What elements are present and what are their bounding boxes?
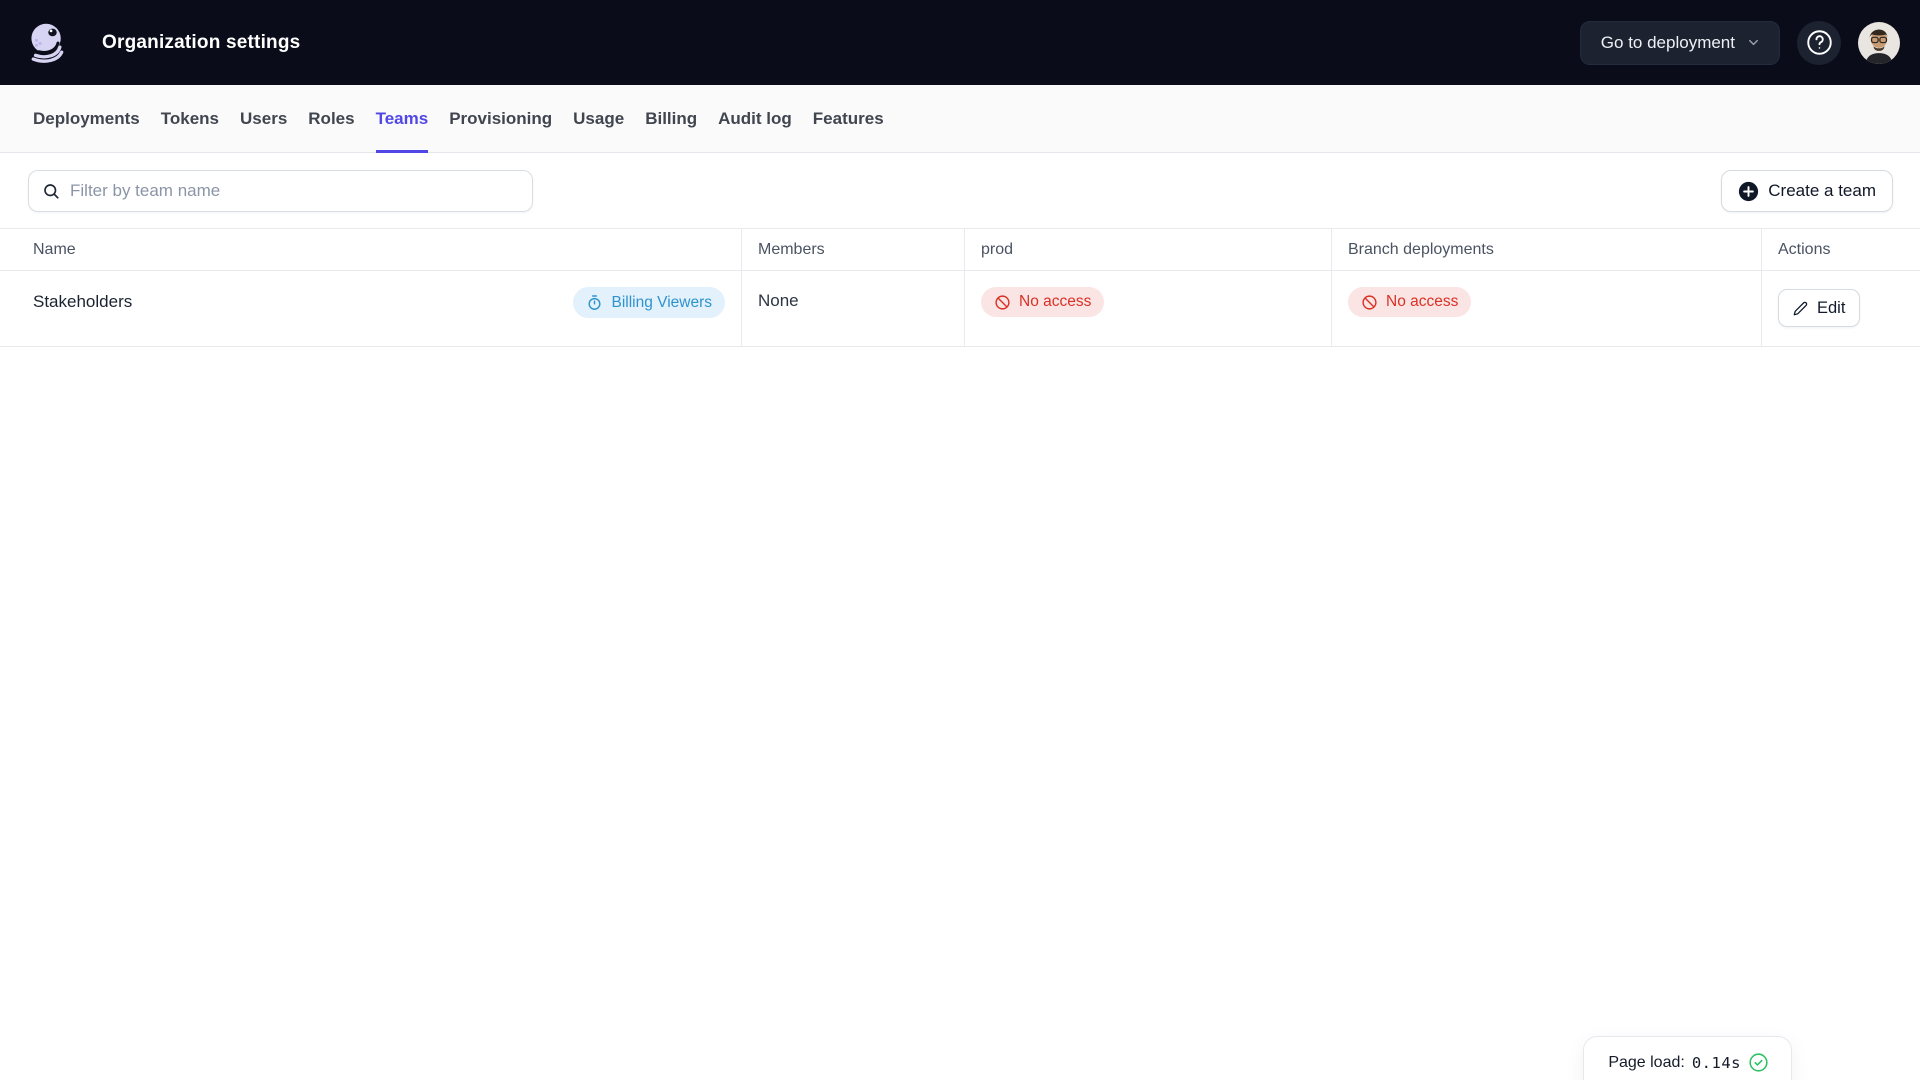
cell-actions: Edit	[1762, 271, 1920, 346]
teams-table: Name Members prod Branch deployments Act…	[0, 228, 1920, 347]
user-avatar[interactable]	[1858, 21, 1900, 64]
prod-access-label: No access	[1019, 293, 1092, 310]
tab-billing[interactable]: Billing	[645, 85, 697, 152]
pencil-icon	[1793, 301, 1808, 315]
create-team-button[interactable]: Create a team	[1721, 170, 1893, 212]
tab-tokens[interactable]: Tokens	[161, 85, 219, 152]
edit-team-button[interactable]: Edit	[1778, 289, 1861, 327]
prod-no-access-badge: No access	[981, 287, 1105, 317]
page-load-label: Page load:	[1608, 1053, 1685, 1071]
ban-icon	[995, 294, 1010, 310]
cell-branch-access: No access	[1332, 271, 1762, 346]
cell-members: None	[742, 271, 965, 346]
billing-viewers-label: Billing Viewers	[611, 293, 712, 311]
help-icon	[1806, 30, 1832, 55]
tab-roles[interactable]: Roles	[308, 85, 354, 152]
cell-team-name: Stakeholders Billing Viewers	[0, 271, 742, 346]
team-filter-box	[28, 170, 533, 212]
top-bar-actions: Go to deployment	[1579, 20, 1900, 65]
cell-prod-access: No access	[965, 271, 1332, 346]
help-button[interactable]	[1797, 20, 1841, 65]
tab-users[interactable]: Users	[240, 85, 287, 152]
column-header-actions: Actions	[1778, 240, 1831, 258]
page-load-toast: Page load: 0.14s	[1583, 1036, 1792, 1080]
tab-teams[interactable]: Teams	[375, 85, 428, 153]
chevron-down-icon	[1749, 39, 1758, 46]
go-to-deployment-button[interactable]: Go to deployment	[1579, 20, 1780, 65]
create-team-label: Create a team	[1768, 181, 1876, 200]
column-header-branch-deployments: Branch deployments	[1332, 229, 1762, 270]
edit-label: Edit	[1817, 298, 1846, 317]
search-icon	[44, 184, 59, 199]
branch-no-access-badge: No access	[1348, 287, 1472, 317]
teams-toolbar: Create a team	[0, 153, 1920, 212]
top-bar: Organization settings Go to deployment	[0, 0, 1920, 85]
billing-viewers-badge: Billing Viewers	[573, 287, 725, 318]
team-name: Stakeholders	[33, 292, 133, 311]
column-header-prod: prod	[965, 229, 1332, 270]
settings-nav: Deployments Tokens Users Roles Teams Pro…	[0, 85, 1920, 153]
table-header-row: Name Members prod Branch deployments Act…	[0, 228, 1920, 271]
branch-access-label: No access	[1386, 293, 1459, 310]
tab-provisioning[interactable]: Provisioning	[449, 85, 552, 152]
page-title: Organization settings	[102, 31, 301, 53]
avatar-image	[1858, 21, 1900, 64]
plus-circle-icon	[1739, 181, 1759, 201]
check-circle-icon	[1749, 1053, 1768, 1072]
members-value: None	[758, 291, 799, 310]
page-load-value: 0.14s	[1691, 1053, 1741, 1072]
tab-usage[interactable]: Usage	[573, 85, 624, 152]
column-header-name: Name	[0, 229, 742, 270]
column-header-members: Members	[742, 229, 965, 270]
octopus-logo-icon	[31, 23, 64, 63]
tab-deployments[interactable]: Deployments	[33, 85, 140, 152]
tab-features[interactable]: Features	[813, 85, 884, 152]
table-row: Stakeholders Billing Viewers None No acc…	[0, 271, 1920, 347]
tab-audit-log[interactable]: Audit log	[718, 85, 792, 152]
stopwatch-icon	[588, 295, 602, 310]
ban-icon	[1362, 294, 1377, 310]
team-filter-input[interactable]	[70, 181, 519, 201]
go-to-deployment-label: Go to deployment	[1600, 32, 1735, 52]
